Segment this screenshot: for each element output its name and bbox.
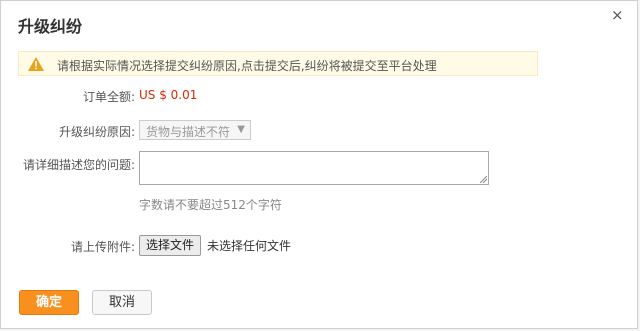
describe-textarea[interactable]: [139, 151, 489, 185]
attach-label: 请上传附件:: [71, 240, 136, 254]
dialog-title: 升级纠纷: [18, 17, 83, 36]
cancel-button[interactable]: 取消: [92, 290, 152, 315]
reason-select-value: 货物与描述不符: [146, 125, 231, 139]
close-icon[interactable]: ×: [611, 7, 624, 23]
choose-file-button[interactable]: 选择文件: [139, 235, 201, 256]
resize-grip-icon[interactable]: [480, 176, 487, 183]
confirm-button[interactable]: 确定: [19, 290, 79, 315]
amount-label: 订单全额:: [83, 90, 136, 104]
upgrade-dispute-dialog: 升级纠纷 × 请根据实际情况选择提交纠纷原因,点击提交后,纠纷将被提交至平台处理…: [0, 0, 638, 329]
reason-label: 升级纠纷原因:: [59, 125, 136, 139]
amount-value: US $ 0.01: [139, 88, 198, 102]
chevron-down-icon: ▼: [237, 124, 245, 135]
notice-text: 请根据实际情况选择提交纠纷原因,点击提交后,纠纷将被提交至平台处理: [57, 59, 437, 73]
describe-label: 请详细描述您的问题:: [23, 158, 136, 172]
warning-icon: [28, 57, 44, 71]
notice-banner: 请根据实际情况选择提交纠纷原因,点击提交后,纠纷将被提交至平台处理: [18, 51, 538, 76]
file-status: 未选择任何文件: [207, 239, 292, 253]
reason-select[interactable]: 货物与描述不符 ▼: [139, 120, 251, 140]
char-limit-hint: 字数请不要超过512个字符: [139, 198, 282, 212]
